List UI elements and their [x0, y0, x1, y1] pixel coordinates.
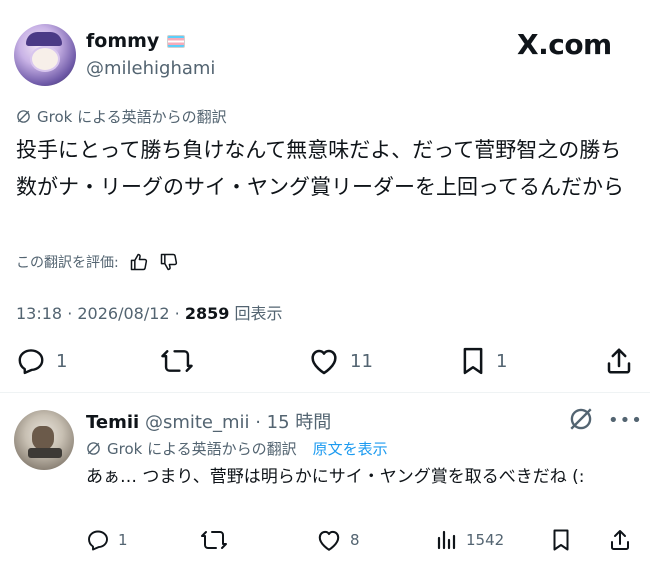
share-icon — [604, 346, 634, 376]
brand-logo: X.com — [517, 28, 612, 61]
author-avatar[interactable] — [14, 24, 76, 86]
post-timestamp[interactable]: 13:18 · 2026/08/12 · — [16, 304, 185, 323]
share-icon — [608, 528, 632, 552]
reply-author-row: Temii @smite_mii · 15 時間 — [86, 408, 331, 434]
grok-translate-icon[interactable] — [568, 406, 594, 432]
retweet-button[interactable] — [160, 346, 204, 376]
reply-button[interactable]: 1 — [16, 346, 67, 376]
translation-label: Grok による英語からの翻訳 — [37, 108, 227, 126]
author-handle[interactable]: @milehighami — [86, 58, 215, 79]
heart-icon — [316, 528, 342, 552]
reply-action-bar: 1 8 1542 — [0, 522, 650, 562]
post-divider — [0, 392, 650, 393]
reply-reply-count: 1 — [118, 531, 128, 549]
reply-icon — [86, 528, 110, 552]
post-action-bar: 1 11 1 — [0, 338, 650, 386]
reply-translation-row: Grok による英語からの翻訳 原文を表示 — [86, 438, 388, 459]
grok-icon — [16, 109, 31, 124]
share-button[interactable] — [604, 346, 634, 376]
retweet-icon — [200, 528, 228, 552]
reply-text: あぁ… つまり、菅野は明らかにサイ・ヤング賞を取るべきだね (: — [86, 467, 585, 487]
translation-label-row: Grok による英語からの翻訳 — [16, 106, 227, 127]
post-text: 投手にとって勝ち負けなんて無意味だよ、だって菅野智之の勝ち数がナ・リーグのサイ・… — [16, 138, 624, 199]
views-count: 2859 — [184, 304, 230, 323]
like-count: 11 — [350, 350, 373, 372]
trans-flag-icon — [167, 34, 186, 48]
reply-like-count: 8 — [350, 531, 360, 549]
bookmark-button[interactable]: 1 — [460, 346, 507, 376]
author-name-row[interactable]: fommy — [86, 30, 186, 52]
thumbs-down-icon[interactable] — [159, 252, 179, 272]
reply-bookmark-button[interactable] — [550, 528, 572, 552]
reply-views-count: 1542 — [466, 531, 505, 549]
bar-chart-icon — [434, 528, 458, 552]
author-display-name[interactable]: fommy — [86, 30, 159, 52]
more-options-icon[interactable]: ••• — [608, 410, 643, 431]
rate-label: この翻訳を評価: — [16, 255, 119, 271]
reply-count: 1 — [56, 350, 68, 372]
post-meta: 13:18 · 2026/08/12 · 2859 回表示 — [16, 300, 282, 324]
heart-icon — [308, 346, 340, 376]
show-original-link[interactable]: 原文を表示 — [313, 438, 388, 459]
bookmark-icon — [550, 528, 572, 552]
reply-icon — [16, 346, 46, 376]
reply-reply-button[interactable]: 1 — [86, 528, 128, 552]
bookmark-icon — [460, 346, 486, 376]
reply-author-avatar[interactable] — [14, 410, 74, 470]
reply-author-name[interactable]: Temii — [86, 412, 139, 433]
rate-translation-row: この翻訳を評価: — [16, 252, 179, 272]
reply-author-handle-time[interactable]: @smite_mii · 15 時間 — [145, 412, 331, 433]
grok-icon — [86, 441, 101, 456]
reply-views-button[interactable]: 1542 — [434, 528, 504, 552]
thumbs-up-icon[interactable] — [129, 252, 149, 272]
like-button[interactable]: 11 — [308, 346, 373, 376]
reply-translation-label: Grok による英語からの翻訳 — [107, 440, 297, 458]
bookmark-count: 1 — [496, 350, 508, 372]
retweet-icon — [160, 346, 194, 376]
reply-retweet-button[interactable] — [200, 528, 236, 552]
reply-share-button[interactable] — [608, 528, 632, 552]
reply-like-button[interactable]: 8 — [316, 528, 360, 552]
views-label: 回表示 — [229, 304, 283, 323]
